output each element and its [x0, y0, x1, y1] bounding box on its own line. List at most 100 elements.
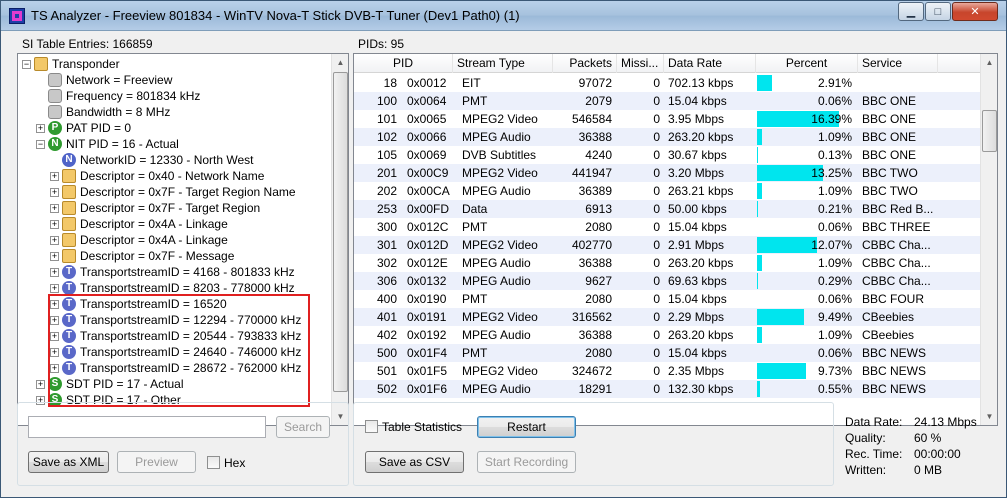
expand-icon[interactable]: +	[36, 380, 45, 389]
tree-node[interactable]: Descriptor = 0x7F - Target Region Name	[62, 184, 296, 200]
table-row[interactable]: 100 0x0064 PMT 2079 0 15.04 kbps 0.06% BBC ONE	[354, 92, 980, 110]
table-row[interactable]: 306 0x0132 MPEG Audio 9627 0 69.63 kbps 0.29% C…	[354, 272, 980, 290]
title-bar[interactable]: TS Analyzer - Freeview 801834 - WinTV No…	[1, 1, 1006, 31]
percent-cell: 9.49%	[817, 310, 852, 324]
tree-node[interactable]: Frequency = 801834 kHz	[48, 88, 200, 104]
search-button[interactable]: Search	[276, 416, 330, 438]
tree-node[interactable]: P PAT PID = 0	[48, 120, 131, 136]
table-row[interactable]: 300 0x012C PMT 2080 0 15.04 kbps 0.06% BBC THRE…	[354, 218, 980, 236]
expand-icon[interactable]: +	[50, 268, 59, 277]
table-row[interactable]: 401 0x0191 MPEG2 Video 316562 0 2.29 Mbps 9.49…	[354, 308, 980, 326]
table-row[interactable]: 105 0x0069 DVB Subtitles 4240 0 30.67 kbps 0.1…	[354, 146, 980, 164]
grid-scroll-up-arrow-icon[interactable]: ▲	[981, 54, 997, 71]
close-button[interactable]: ✕	[952, 2, 998, 21]
expand-icon[interactable]: +	[50, 188, 59, 197]
missing-cell: 0	[653, 184, 660, 198]
restart-button[interactable]: Restart	[477, 416, 576, 438]
table-row[interactable]: 402 0x0192 MPEG Audio 36388 0 263.20 kbps 1.09…	[354, 326, 980, 344]
col-header-stream-type[interactable]: Stream Type	[453, 54, 553, 73]
expand-icon[interactable]: +	[36, 124, 45, 133]
tree-node[interactable]: Descriptor = 0x40 - Network Name	[62, 168, 264, 184]
grid-vertical-scrollbar[interactable]: ▲ ▼	[980, 54, 997, 425]
packets-cell: 441947	[571, 166, 612, 180]
table-row[interactable]: 301 0x012D MPEG2 Video 402770 0 2.91 Mbps 12.0…	[354, 236, 980, 254]
pid-cell: 402	[376, 328, 397, 342]
table-row[interactable]: 502 0x01F6 MPEG Audio 18291 0 132.30 kbps 0.55…	[354, 380, 980, 398]
missing-cell: 0	[653, 364, 660, 378]
start-recording-button[interactable]: Start Recording	[477, 451, 576, 473]
tree-node[interactable]: N NetworkID = 12330 - North West	[62, 152, 254, 168]
tree-node[interactable]: N NIT PID = 16 - Actual	[48, 136, 179, 152]
written-label: Written:	[845, 463, 887, 477]
percent-cell: 12.07%	[811, 238, 852, 252]
pid-grid[interactable]: PID Stream Type Packets Missi... Data Ra…	[353, 53, 998, 426]
pid-hex-cell: 0x0069	[407, 148, 447, 162]
tree-vertical-scrollbar[interactable]: ▲ ▼	[331, 54, 348, 425]
tree-node[interactable]: Network = Freeview	[48, 72, 172, 88]
tree-node[interactable]: Bandwidth = 8 MHz	[48, 104, 170, 120]
expand-icon[interactable]: +	[50, 204, 59, 213]
ts-analyzer-app-icon[interactable]	[9, 8, 25, 24]
pid-cell: 101	[376, 112, 397, 126]
table-row[interactable]: 302 0x012E MPEG Audio 36388 0 263.20 kbps 1.09…	[354, 254, 980, 272]
tree-node-label: Descriptor = 0x7F - Target Region	[80, 201, 261, 215]
table-row[interactable]: 501 0x01F5 MPEG2 Video 324672 0 2.35 Mbps 9.73…	[354, 362, 980, 380]
pid-hex-cell: 0x012D	[407, 238, 449, 252]
tree-node-label: NIT PID = 16 - Actual	[66, 137, 179, 151]
percent-cell: 1.09%	[817, 256, 852, 270]
si-tree-view[interactable]: − Transponder Network = Freeview Frequency …	[17, 53, 349, 426]
hex-label[interactable]: Hex	[224, 456, 245, 470]
gray-node-icon	[48, 73, 62, 87]
folder-icon	[34, 57, 48, 71]
col-header-service[interactable]: Service	[858, 54, 938, 73]
table-statistics-checkbox[interactable]	[365, 420, 378, 433]
table-statistics-label[interactable]: Table Statistics	[382, 420, 462, 434]
stream-type-cell: MPEG2 Video	[462, 166, 538, 180]
col-header-data-rate[interactable]: Data Rate	[664, 54, 756, 73]
expand-icon[interactable]: +	[50, 172, 59, 181]
expand-icon[interactable]: +	[50, 220, 59, 229]
col-header-pid[interactable]: PID	[354, 54, 453, 73]
stream-type-cell: MPEG Audio	[462, 274, 531, 288]
maximize-button[interactable]: □	[925, 2, 951, 21]
col-header-packets[interactable]: Packets	[553, 54, 617, 73]
preview-button[interactable]: Preview	[117, 451, 196, 473]
tree-node[interactable]: Descriptor = 0x4A - Linkage	[62, 216, 228, 232]
scroll-up-arrow-icon[interactable]: ▲	[332, 54, 348, 71]
tree-node[interactable]: Transponder	[34, 56, 120, 72]
expand-icon[interactable]: +	[50, 236, 59, 245]
grid-scroll-down-arrow-icon[interactable]: ▼	[981, 408, 997, 425]
minimize-button[interactable]: ▁	[898, 2, 924, 21]
save-as-csv-button[interactable]: Save as CSV	[365, 451, 464, 473]
table-row[interactable]: 201 0x00C9 MPEG2 Video 441947 0 3.20 Mbps 13.2…	[354, 164, 980, 182]
expand-icon[interactable]: +	[50, 284, 59, 293]
hex-checkbox[interactable]	[207, 456, 220, 469]
missing-cell: 0	[653, 292, 660, 306]
grid-header: PID Stream Type Packets Missi... Data Ra…	[354, 54, 980, 73]
col-header-missing[interactable]: Missi...	[617, 54, 664, 73]
tree-scroll-thumb[interactable]	[333, 72, 348, 392]
tree-node[interactable]: Descriptor = 0x7F - Message	[62, 248, 234, 264]
packets-cell: 18291	[578, 382, 612, 396]
collapse-icon[interactable]: −	[36, 140, 45, 149]
tree-node[interactable]: T TransportstreamID = 4168 - 801833 kHz	[62, 264, 295, 280]
table-row[interactable]: 202 0x00CA MPEG Audio 36389 0 263.21 kbps 1.09…	[354, 182, 980, 200]
search-input[interactable]	[28, 416, 266, 438]
tree-node[interactable]: Descriptor = 0x7F - Target Region	[62, 200, 260, 216]
table-row[interactable]: 102 0x0066 MPEG Audio 36388 0 263.20 kbps 1.09…	[354, 128, 980, 146]
expand-icon[interactable]: +	[50, 252, 59, 261]
table-row[interactable]: 400 0x0190 PMT 2080 0 15.04 kbps 0.06% BBC FOUR	[354, 290, 980, 308]
table-row[interactable]: 18 0x0012 EIT 97072 0 702.13 kbps 2.91%	[354, 74, 980, 92]
grid-scroll-thumb[interactable]	[982, 110, 997, 152]
col-header-percent[interactable]: Percent	[756, 54, 858, 73]
collapse-icon[interactable]: −	[22, 60, 31, 69]
tree-node-label: Descriptor = 0x4A - Linkage	[80, 217, 228, 231]
table-row[interactable]: 253 0x00FD Data 6913 0 50.00 kbps 0.21% BBC Red…	[354, 200, 980, 218]
table-row[interactable]: 500 0x01F4 PMT 2080 0 15.04 kbps 0.06% BBC NEWS	[354, 344, 980, 362]
n-icon: N	[48, 137, 62, 151]
stream-type-cell: MPEG Audio	[462, 328, 531, 342]
tree-node[interactable]: Descriptor = 0x4A - Linkage	[62, 232, 228, 248]
save-as-xml-button[interactable]: Save as XML	[28, 451, 109, 473]
table-row[interactable]: 101 0x0065 MPEG2 Video 546584 0 3.95 Mbps 16.3…	[354, 110, 980, 128]
pid-cell: 100	[376, 94, 397, 108]
